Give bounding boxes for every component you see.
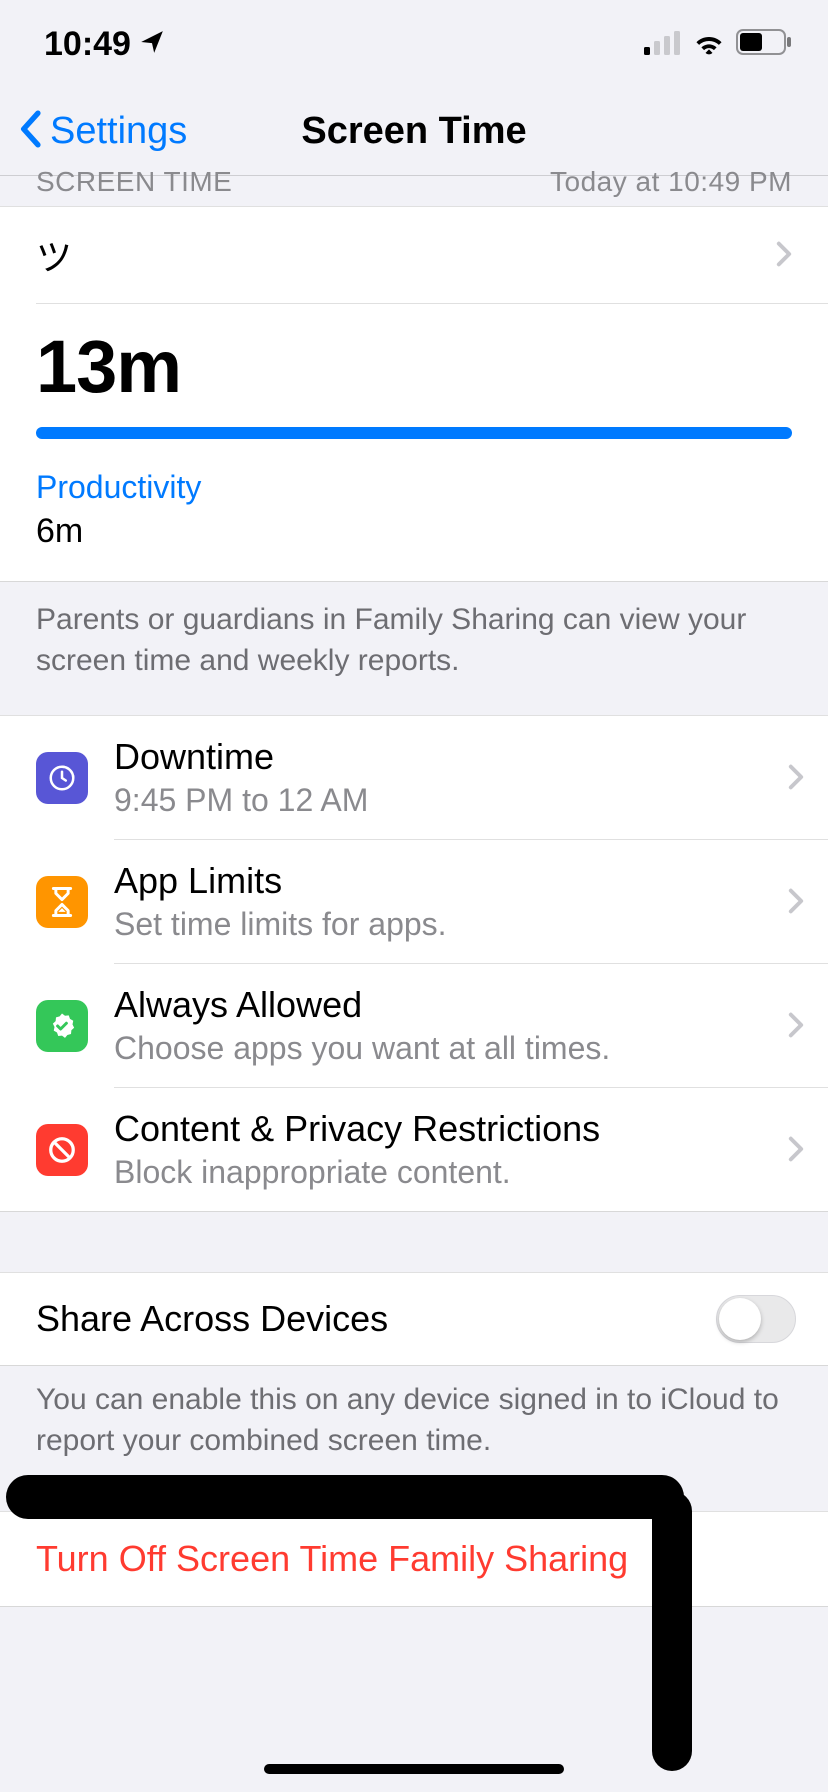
row-subtitle: 9:45 PM to 12 AM [114,782,762,819]
share-across-devices-row: Share Across Devices [0,1272,828,1366]
page-title: Screen Time [0,110,828,153]
status-bar: 10:49 [0,0,828,88]
screen-time-options-list: Downtime 9:45 PM to 12 AM App Limits Set… [0,715,828,1212]
family-sharing-note: Parents or guardians in Family Sharing c… [0,582,828,715]
always-allowed-row[interactable]: Always Allowed Choose apps you want at a… [0,964,828,1087]
row-title: Content & Privacy Restrictions [114,1108,762,1150]
device-row[interactable]: ツ [0,207,828,303]
no-entry-icon [36,1124,88,1176]
chevron-right-icon [788,881,804,923]
chevron-right-icon [776,234,792,276]
redaction-mark-tail [652,1491,692,1771]
home-indicator[interactable] [264,1764,564,1774]
badge-check-icon [36,1000,88,1052]
hourglass-icon [36,876,88,928]
screen-time-detail[interactable]: 13m Productivity 6m [0,304,828,581]
screen-time-summary-card: ツ 13m Productivity 6m [0,206,828,582]
usage-bar [36,427,792,439]
nav-bar: Settings Screen Time [0,88,828,176]
downtime-row[interactable]: Downtime 9:45 PM to 12 AM [0,716,828,839]
chevron-right-icon [788,757,804,799]
device-name: ツ [36,229,72,281]
row-subtitle: Choose apps you want at all times. [114,1030,762,1067]
turn-off-label: Turn Off Screen Time Family Sharing [36,1538,628,1579]
redaction-mark [6,1475,684,1519]
row-title: App Limits [114,860,762,902]
share-toggle[interactable] [716,1295,796,1343]
share-label: Share Across Devices [36,1298,388,1340]
row-subtitle: Block inappropriate content. [114,1154,762,1191]
app-limits-row[interactable]: App Limits Set time limits for apps. [0,840,828,963]
battery-icon [736,25,792,64]
section-header-right: Today at 10:49 PM [550,168,792,198]
total-time: 13m [36,324,792,409]
location-icon [139,25,165,64]
content-privacy-row[interactable]: Content & Privacy Restrictions Block ina… [0,1088,828,1211]
cellular-icon [644,25,682,64]
category-time: 6m [36,512,792,551]
chevron-right-icon [788,1005,804,1047]
downtime-icon [36,752,88,804]
row-subtitle: Set time limits for apps. [114,906,762,943]
category-label: Productivity [36,469,792,506]
toggle-knob [719,1298,761,1340]
row-title: Downtime [114,736,762,778]
turn-off-family-sharing-button[interactable]: Turn Off Screen Time Family Sharing [0,1511,828,1607]
section-header: SCREEN TIME Today at 10:49 PM [0,168,828,198]
share-note: You can enable this on any device signed… [0,1366,828,1479]
row-title: Always Allowed [114,984,762,1026]
wifi-icon [692,25,726,64]
chevron-right-icon [788,1129,804,1171]
section-header-left: SCREEN TIME [36,168,232,198]
status-time: 10:49 [44,25,131,64]
